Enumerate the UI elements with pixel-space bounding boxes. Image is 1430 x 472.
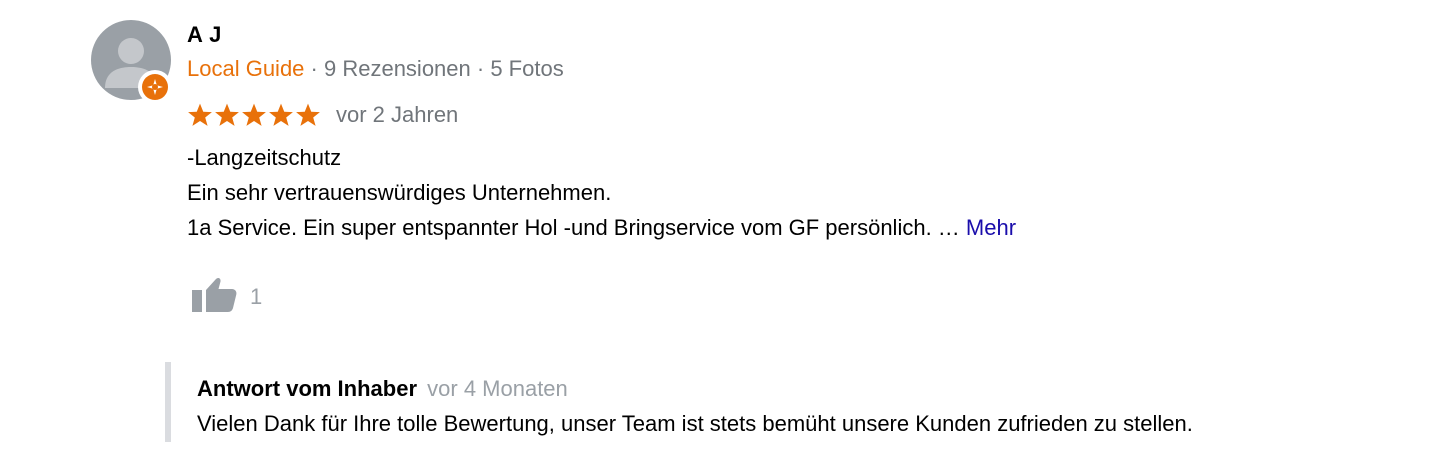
author-name[interactable]: A J bbox=[187, 22, 222, 48]
meta-separator: · bbox=[470, 56, 491, 81]
owner-response-label: Antwort vom Inhaber bbox=[197, 376, 418, 401]
owner-response: Antwort vom Inhaber vor 4 Monaten Vielen… bbox=[165, 362, 1405, 442]
star-icon bbox=[242, 103, 266, 126]
review-count: 9 Rezensionen bbox=[323, 56, 471, 81]
meta-separator: · bbox=[304, 56, 324, 81]
owner-response-text: Vielen Dank für Ihre tolle Bewertung, un… bbox=[197, 411, 1193, 436]
local-guide-badge-icon bbox=[138, 70, 172, 104]
local-guide-label[interactable]: Local Guide bbox=[187, 56, 304, 81]
thumbs-up-icon bbox=[192, 277, 237, 312]
star-icon bbox=[269, 103, 293, 126]
review-text-line: 1a Service. Ein super entspannter Hol -u… bbox=[187, 210, 1016, 245]
owner-response-header: Antwort vom Inhaber vor 4 Monaten bbox=[197, 376, 568, 402]
more-link[interactable]: Mehr bbox=[966, 215, 1016, 240]
author-meta: Local Guide · 9 Rezensionen · 5 Fotos bbox=[187, 56, 564, 82]
review-card: A J Local Guide · 9 Rezensionen · 5 Foto… bbox=[0, 0, 1430, 472]
review-text-line: Ein sehr vertrauenswürdiges Unternehmen. bbox=[187, 180, 612, 205]
star-rating bbox=[187, 102, 322, 128]
photo-count: 5 Fotos bbox=[490, 56, 564, 81]
review-text-line-content: 1a Service. Ein super entspannter Hol -u… bbox=[187, 215, 960, 240]
owner-response-time: vor 4 Monaten bbox=[427, 376, 568, 401]
rating-row: vor 2 Jahren bbox=[187, 102, 458, 132]
like-count: 1 bbox=[250, 284, 263, 309]
star-icon bbox=[296, 103, 320, 126]
review-time: vor 2 Jahren bbox=[336, 102, 459, 127]
star-icon bbox=[215, 103, 239, 126]
review-text-line: -Langzeitschutz bbox=[187, 145, 342, 170]
star-icon bbox=[188, 103, 212, 126]
review-text: -Langzeitschutz Ein sehr vertrauenswürdi… bbox=[187, 140, 1016, 245]
